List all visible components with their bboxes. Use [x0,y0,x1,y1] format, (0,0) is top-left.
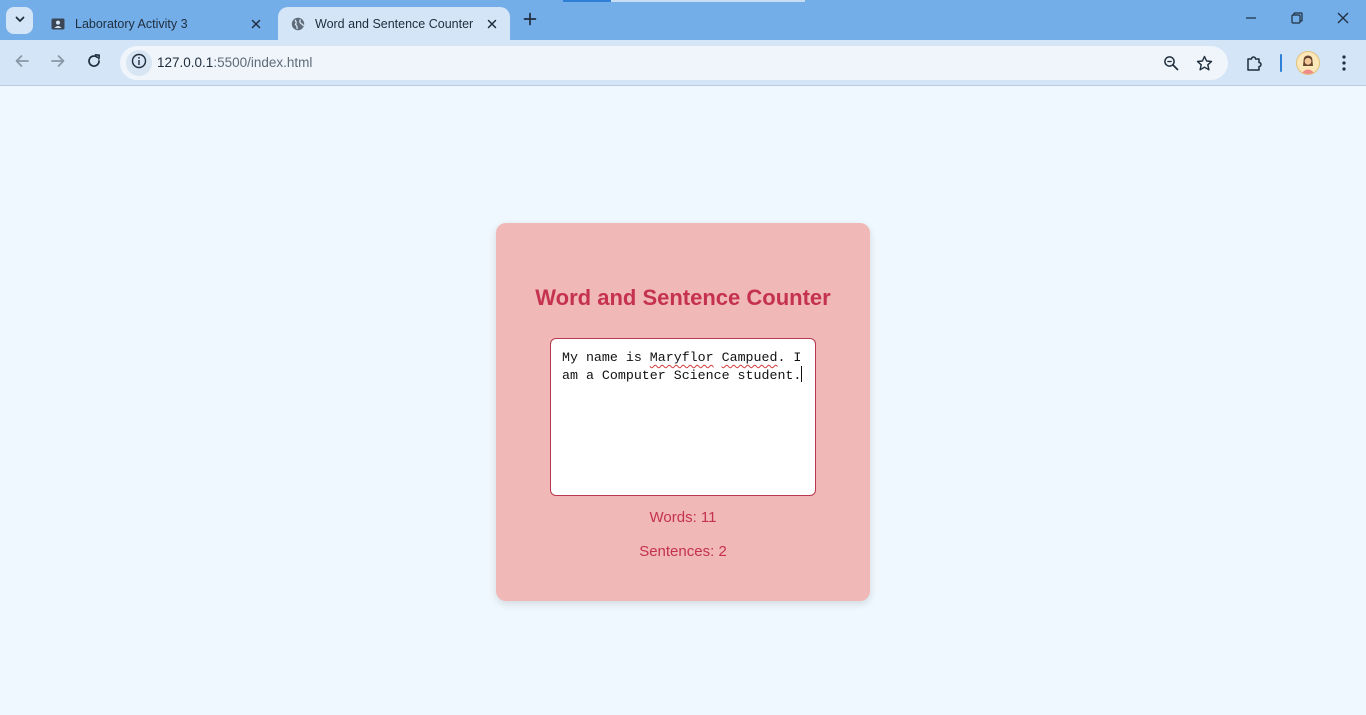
site-info-button[interactable] [126,50,152,76]
page-title: Word and Sentence Counter [535,285,831,310]
info-icon [131,53,147,74]
forward-button[interactable] [45,50,71,76]
url-host: 127.0.0.1 [157,55,214,70]
chevron-down-icon [14,12,26,30]
tab-title: Word and Sentence Counter [315,16,474,31]
close-icon [1337,11,1349,29]
extensions-puzzle-icon[interactable] [1241,50,1267,76]
globe-icon [290,16,306,32]
browser-toolbar: 127.0.0.1:5500/index.html [0,40,1366,86]
toolbar-divider [1280,54,1282,72]
text-input-area[interactable]: My name is Maryflor Campued. I am a Comp… [550,338,816,496]
menu-kebab-icon[interactable] [1331,50,1357,76]
sentence-count-label: Sentences: [639,543,715,560]
zoom-icon[interactable] [1161,53,1181,73]
sentence-count-value: 2 [718,543,727,560]
url-path: :5500/index.html [213,55,313,70]
close-icon[interactable] [482,14,502,34]
word-count-value: 11 [700,509,717,526]
bookmark-star-icon[interactable] [1194,53,1214,73]
minimize-icon [1245,11,1257,29]
text-segment [714,350,722,365]
word-count: Words: 11 [496,509,870,526]
plus-icon [523,12,537,31]
tab-word-sentence-counter[interactable]: Word and Sentence Counter [278,7,510,40]
close-window-button[interactable] [1320,4,1366,36]
profile-avatar[interactable] [1296,51,1320,75]
restore-icon [1291,11,1303,29]
close-icon[interactable] [246,14,266,34]
sentence-count: Sentences: 2 [496,543,870,560]
tab-title: Laboratory Activity 3 [75,16,188,31]
loading-bar [563,0,805,2]
arrow-right-icon [50,53,66,74]
counter-card: Word and Sentence Counter My name is Mar… [496,223,870,601]
minimize-button[interactable] [1228,4,1274,36]
reload-icon [86,53,102,74]
new-tab-button[interactable] [518,9,542,33]
back-button[interactable] [9,50,35,76]
address-bar[interactable]: 127.0.0.1:5500/index.html [120,46,1228,80]
reload-button[interactable] [81,50,107,76]
word-count-label: Words: [649,509,697,526]
url-text: 127.0.0.1:5500/index.html [157,55,312,70]
tab-strip: Laboratory Activity 3 Word and Sentence … [0,0,1366,40]
text-cursor [801,366,803,382]
text-segment: My name is [562,350,650,365]
tab-laboratory-activity[interactable]: Laboratory Activity 3 [38,7,274,40]
misspelled-word: Campued [721,350,778,365]
contact-card-icon [50,16,66,32]
arrow-left-icon [14,53,30,74]
tab-search-button[interactable] [6,7,33,34]
restore-button[interactable] [1274,4,1320,36]
misspelled-word: Maryflor [649,350,714,365]
